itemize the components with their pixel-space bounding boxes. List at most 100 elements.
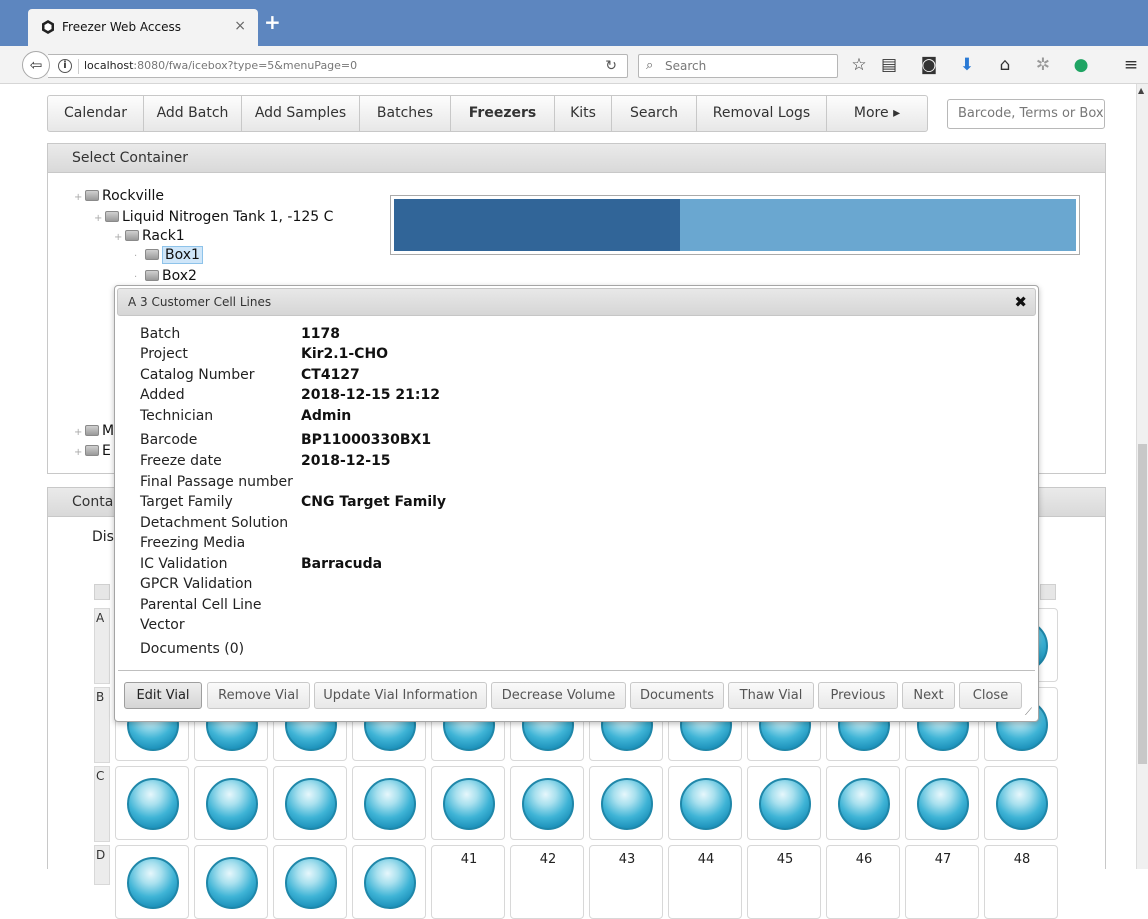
vial-cell[interactable] [115,845,189,919]
pocket-icon[interactable]: ◙ [918,54,940,76]
vial-cell[interactable]: 46 [826,845,900,919]
resize-grip-icon[interactable]: ⟋ [1025,708,1035,718]
field-value: 2018-12-15 [301,453,391,469]
vial-cell[interactable] [273,766,347,840]
vial-cell[interactable] [589,766,663,840]
vial-cell[interactable] [747,766,821,840]
vial-cell[interactable]: 43 [589,845,663,919]
tree-node-label: Box2 [162,268,197,284]
tab-close-icon[interactable]: × [234,18,246,34]
usage-free-fill [680,199,1076,251]
vial-cell[interactable] [352,766,426,840]
select-container-title: Select Container [48,144,1105,173]
tree-node-rockville[interactable]: + Rockville [74,187,164,207]
bookmarks-library-icon[interactable]: ▤ [878,54,900,76]
dialog-divider [118,670,1035,671]
field-value: BP11000330BX1 [301,432,432,448]
back-button[interactable]: ⇦ [22,51,50,79]
freezer-node-icon [105,211,119,222]
vial-cell[interactable] [826,766,900,840]
vial-cell[interactable] [194,845,268,919]
vial-cell[interactable] [984,766,1058,840]
scrollbar-thumb[interactable] [1138,444,1147,764]
new-tab-button[interactable]: + [264,12,281,32]
tree-expander-icon[interactable]: + [114,229,122,247]
vial-cell[interactable] [352,845,426,919]
browser-search-input[interactable]: ⌕ Search [638,54,838,78]
update-vial-information-button[interactable]: Update Vial Information [314,682,487,709]
vial-icon [838,778,890,830]
field-value: Kir2.1-CHO [301,346,389,362]
vial-cell[interactable]: 45 [747,845,821,919]
menu-calendar[interactable]: Calendar [48,96,144,131]
home-icon[interactable]: ⌂ [994,54,1016,76]
grammarly-icon[interactable]: ● [1070,54,1092,76]
menu-removal-logs[interactable]: Removal Logs [697,96,827,131]
menu-more[interactable]: More ▸ [827,96,927,131]
tree-expander-icon[interactable]: + [74,444,82,462]
menu-add-batch[interactable]: Add Batch [144,96,242,131]
vial-cell[interactable] [194,766,268,840]
tree-node-rack1[interactable]: + Rack1 [114,227,185,247]
field-label: Freeze date [140,453,222,469]
menu-add-samples[interactable]: Add Samples [242,96,360,131]
menu-kits[interactable]: Kits [555,96,612,131]
next-button[interactable]: Next [902,682,955,709]
empty-position-number: 46 [855,852,873,867]
field-label[interactable]: Documents (0) [140,641,244,657]
menu-search[interactable]: Search [612,96,697,131]
vial-cell[interactable]: 44 [668,845,742,919]
browser-tab[interactable]: Freezer Web Access × [28,9,258,46]
barcode-search-input[interactable]: Barcode, Terms or Box [947,99,1105,129]
thaw-vial-button[interactable]: Thaw Vial [728,682,814,709]
scroll-up-icon[interactable]: ▲ [1138,86,1144,95]
menu-batches[interactable]: Batches [360,96,451,131]
vial-cell[interactable] [510,766,584,840]
field-label: Technician [140,408,214,424]
close-button[interactable]: Close [959,682,1022,709]
previous-button[interactable]: Previous [818,682,898,709]
vial-cell[interactable] [431,766,505,840]
remove-vial-button[interactable]: Remove Vial [207,682,310,709]
menu-freezers[interactable]: Freezers [451,96,555,131]
bookmark-star-icon[interactable]: ☆ [848,54,870,76]
tree-node-box2[interactable]: · Box2 [134,267,197,287]
download-icon[interactable]: ⬇ [956,54,978,76]
dialog-header[interactable]: A 3 Customer Cell Lines ✖ [117,288,1036,316]
site-info-icon[interactable]: i [58,59,72,73]
main-menu: Calendar Add Batch Add Samples Batches F… [47,95,928,132]
vial-cell[interactable]: 42 [510,845,584,919]
field-label: Parental Cell Line [140,597,262,613]
extension-icon[interactable]: ✲ [1032,54,1054,76]
vial-icon [680,778,732,830]
url-bar[interactable]: i localhost:8080/fwa/icebox?type=5&menuP… [48,54,628,78]
vial-cell[interactable] [905,766,979,840]
vial-cell[interactable] [115,766,189,840]
hamburger-menu-icon[interactable]: ≡ [1120,54,1142,76]
field-value: Admin [301,408,352,424]
dialog-close-icon[interactable]: ✖ [1014,289,1027,315]
tree-node-m[interactable]: + M [74,422,114,442]
tree-node-box1[interactable]: · Box1 [134,246,203,266]
reload-icon[interactable]: ↻ [605,55,617,77]
vial-cell[interactable] [668,766,742,840]
vial-cell[interactable]: 48 [984,845,1058,919]
documents-button[interactable]: Documents [630,682,724,709]
field-value: Barracuda [301,556,383,572]
edit-vial-button[interactable]: Edit Vial [124,682,202,709]
tree-node-ln2-tank[interactable]: + Liquid Nitrogen Tank 1, -125 C [94,208,333,228]
tree-expander-icon[interactable]: + [94,210,102,228]
browser-titlebar: Freezer Web Access × + [0,0,1148,46]
vial-icon [522,778,574,830]
field-value: CT4127 [301,367,360,383]
vial-cell[interactable] [273,845,347,919]
vial-cell[interactable]: 41 [431,845,505,919]
tree-expander-icon[interactable]: + [74,189,82,207]
tree-node-e[interactable]: + E [74,442,111,462]
vial-icon [127,778,179,830]
page-scrollbar[interactable]: ▲ [1136,84,1148,869]
vial-cell[interactable]: 47 [905,845,979,919]
decrease-volume-button[interactable]: Decrease Volume [491,682,626,709]
browser-navbar: i localhost:8080/fwa/icebox?type=5&menuP… [0,46,1148,84]
tree-expander-icon[interactable]: + [74,424,82,442]
